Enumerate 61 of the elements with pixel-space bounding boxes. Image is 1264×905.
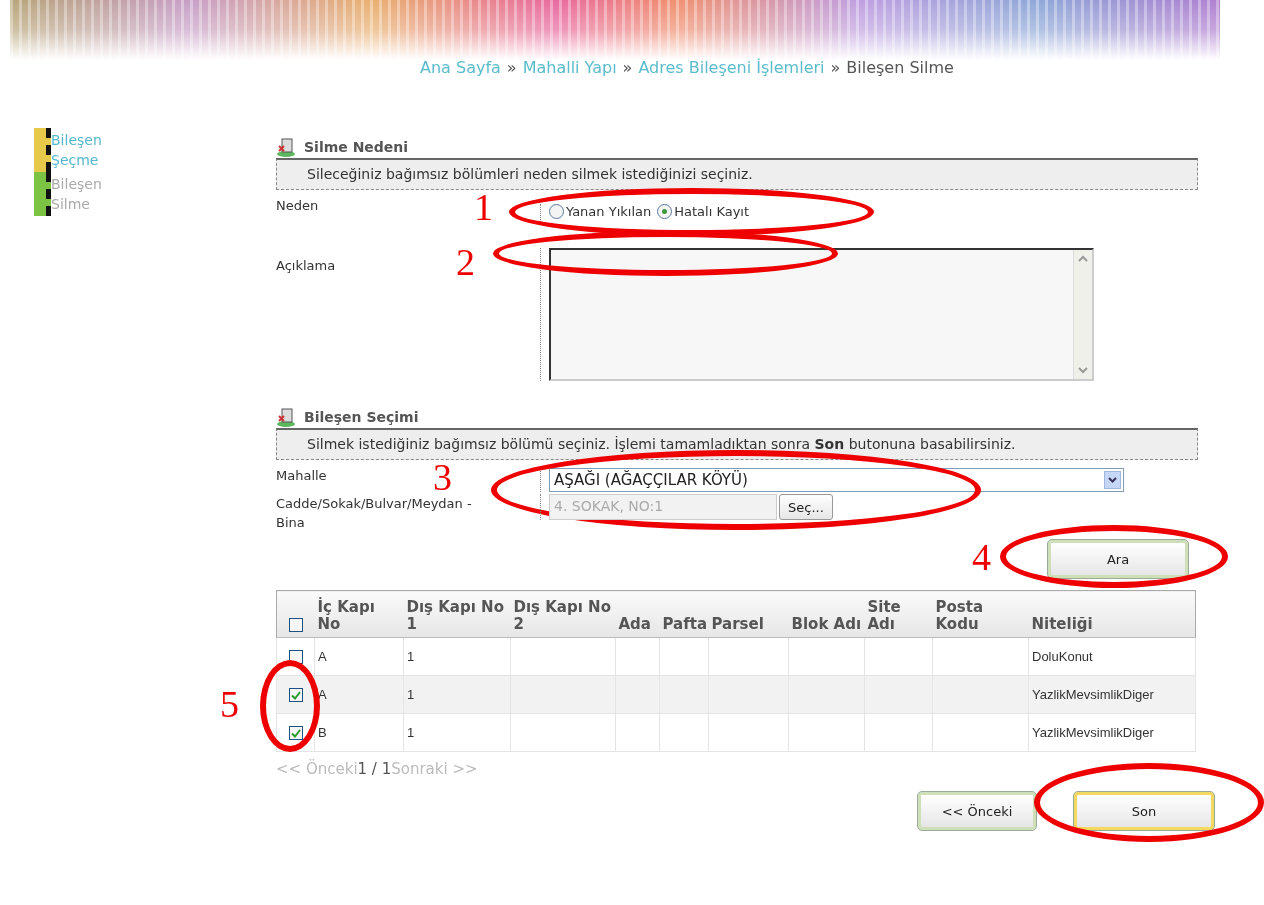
previous-page-link[interactable]: << Önceki — [276, 760, 358, 778]
radio-button[interactable] — [549, 204, 564, 219]
annotation-number: 2 — [456, 243, 475, 281]
page-indicator: 1 / 1 — [357, 760, 392, 778]
breadcrumb-link[interactable]: Ana Sayfa — [420, 58, 501, 77]
row-checkbox[interactable] — [288, 726, 303, 741]
column-header: Niteliği — [1028, 590, 1196, 638]
annotation-number: 3 — [433, 458, 452, 496]
column-header: Ada — [615, 590, 660, 638]
breadcrumb-text: » — [622, 58, 633, 77]
column-header: Site Adı — [864, 590, 933, 638]
table-cell: DoluKonut — [1032, 649, 1093, 664]
field-label: Açıklama — [276, 258, 336, 273]
field-label: Neden — [276, 198, 319, 213]
step-label[interactable]: Bileşen Silme — [51, 174, 131, 214]
table-cell: 1 — [407, 649, 415, 664]
annotation-number: 4 — [972, 538, 991, 576]
step-label[interactable]: Bileşen Şeçme — [51, 130, 131, 170]
table-cell: A — [318, 687, 327, 702]
table-cell: YazlikMevsimlikDiger — [1032, 725, 1154, 740]
breadcrumb-text: Bileşen Silme — [846, 58, 954, 77]
row-checkbox[interactable] — [288, 688, 303, 703]
description-field[interactable] — [549, 248, 1094, 381]
column-header: Posta Kodu — [932, 590, 1029, 638]
section-title: Bileşen Seçimi — [304, 409, 419, 425]
previous-button[interactable]: << Önceki — [918, 792, 1036, 830]
field-label: Mahalle — [276, 468, 327, 483]
document-icon — [276, 407, 298, 427]
search-button[interactable]: Ara — [1048, 540, 1188, 578]
neighborhood-select[interactable]: AŞAĞI (AĞAÇÇILAR KÖYÜ) — [549, 468, 1124, 492]
column-header: İç Kapı No — [314, 590, 404, 638]
column-header: Dış Kapı No 2 — [510, 590, 616, 638]
column-header: Parsel — [708, 590, 789, 638]
row-checkbox[interactable] — [288, 650, 303, 665]
info-text: Sileceğiniz bağımsız bölümleri neden silmek istediğinizi seçiniz. — [276, 158, 1198, 190]
column-header: Pafta — [659, 590, 709, 638]
section-title: Silme Nedeni — [304, 139, 409, 155]
breadcrumb-link[interactable]: Adres Bileşeni İşlemleri — [638, 58, 825, 77]
dropdown-icon — [1104, 471, 1121, 489]
annotation-number: 5 — [220, 685, 239, 723]
next-page-link[interactable]: Sonraki >> — [391, 760, 478, 778]
annotation-number: 1 — [474, 188, 493, 226]
field-label: Cadde/Sokak/Bulvar/Meydan - Bina — [276, 495, 473, 532]
column-header: Dış Kapı No 1 — [403, 590, 511, 638]
table-cell: 1 — [407, 725, 415, 740]
breadcrumb-link[interactable]: Mahalli Yapı — [522, 58, 617, 77]
breadcrumb-text: » — [830, 58, 841, 77]
info-text: Silmek istediğiniz bağımsız bölümü seçiniz. İşlemi tamamladıktan sonra Son butonuna basabilirsiniz. — [276, 428, 1198, 460]
column-header: Blok Adı — [788, 590, 865, 638]
table-cell: B — [318, 725, 327, 740]
document-icon — [276, 137, 298, 157]
select-all-checkbox[interactable] — [288, 617, 303, 632]
breadcrumb-text: » — [506, 58, 517, 77]
radio-option[interactable]: Hatalı Kayıt — [657, 204, 750, 219]
table-cell: A — [318, 649, 327, 664]
table-cell: YazlikMevsimlikDiger — [1032, 687, 1154, 702]
scrollbar[interactable] — [1073, 250, 1092, 379]
radio-option[interactable]: Yanan Yıkılan — [549, 204, 652, 219]
radio-button[interactable] — [657, 204, 673, 219]
table-cell: 1 — [407, 687, 415, 702]
finish-button[interactable]: Son — [1074, 792, 1214, 830]
